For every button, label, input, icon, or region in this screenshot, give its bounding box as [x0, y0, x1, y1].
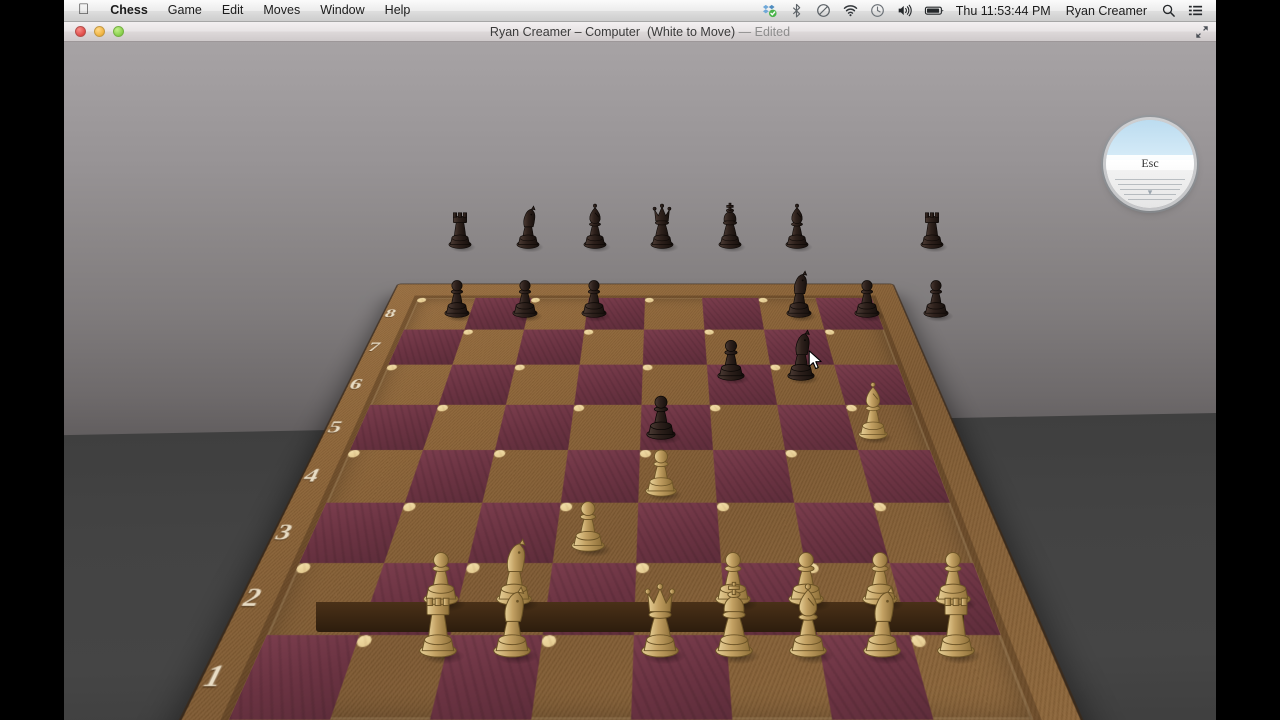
board-square-e3[interactable] [636, 502, 721, 564]
board-square-c2[interactable] [465, 563, 481, 574]
board-square-d3[interactable] [559, 502, 573, 511]
menu-bar-left:  Chess Game Edit Moves Window Help [64, 0, 420, 21]
board-square-h8[interactable] [815, 297, 884, 330]
board-square-b3[interactable] [401, 502, 417, 511]
window-title-main: Ryan Creamer – Computer [489, 24, 640, 39]
apple-logo-icon:  [78, 2, 89, 17]
board-square-d7[interactable] [583, 329, 594, 335]
menu-item-moves[interactable]: Moves [253, 0, 310, 21]
board-square-b4[interactable] [404, 450, 495, 503]
menu-bar:  Chess Game Edit Moves Window Help [64, 0, 1216, 22]
board-square-c5[interactable] [495, 404, 574, 450]
board-square-e5[interactable] [640, 404, 713, 450]
menu-bar-status-area: Thu 11:53:44 PM Ryan Creamer [756, 0, 1216, 21]
window-controls [64, 26, 124, 37]
board-square-a4[interactable] [346, 450, 361, 458]
board-stage: 87654321ABCDEFGH [64, 42, 1216, 720]
chess-board[interactable]: 87654321ABCDEFGH [158, 284, 1101, 720]
board-square-g5[interactable] [777, 404, 858, 450]
board-square-e1[interactable] [631, 634, 732, 720]
esc-badge-caret: ▾ [1147, 187, 1153, 198]
board-square-c3[interactable] [467, 502, 561, 564]
window-title: Ryan Creamer – Computer (White to Move) … [64, 22, 1216, 42]
menu-item-window[interactable]: Window [310, 0, 374, 21]
window-title-bar[interactable]: Ryan Creamer – Computer (White to Move) … [64, 22, 1216, 42]
board-square-e6[interactable] [642, 364, 653, 371]
menu-item-game[interactable]: Game [158, 0, 212, 21]
board-square-e7[interactable] [642, 329, 707, 365]
board-square-h3[interactable] [872, 502, 887, 511]
board-square-g3[interactable] [794, 502, 890, 564]
menu-bar-user[interactable]: Ryan Creamer [1058, 4, 1155, 18]
menu-item-chess[interactable]: Chess [100, 0, 158, 21]
wifi-icon[interactable] [837, 0, 864, 21]
fullscreen-button[interactable] [1194, 24, 1210, 40]
minimize-button[interactable] [94, 26, 105, 37]
board-square-c7[interactable] [515, 329, 585, 365]
board-square-a2[interactable] [294, 563, 313, 574]
board-square-g6[interactable] [770, 364, 781, 371]
screen-root:  Chess Game Edit Moves Window Help [0, 0, 1280, 720]
board-square-e4[interactable] [639, 450, 651, 458]
zoom-button[interactable] [113, 26, 124, 37]
board-square-g7[interactable] [763, 329, 834, 365]
board-square-e2[interactable] [635, 563, 650, 574]
board-square-f7[interactable] [703, 329, 714, 335]
time-machine-icon[interactable] [864, 0, 891, 21]
board-square-f6[interactable] [706, 364, 778, 405]
board-square-d8[interactable] [584, 297, 646, 330]
window-title-edited: — Edited [738, 24, 791, 39]
menu-item-edit[interactable]: Edit [212, 0, 254, 21]
board-square-g4[interactable] [785, 450, 798, 458]
board-square-h7[interactable] [823, 329, 835, 335]
chess-scene[interactable]: 87654321ABCDEFGH [64, 42, 1216, 720]
volume-icon[interactable] [891, 0, 918, 21]
board-square-d4[interactable] [560, 450, 640, 503]
letterbox-left [0, 0, 64, 720]
letterbox-right [1216, 0, 1280, 720]
esc-fullscreen-badge[interactable]: Esc ▾ [1106, 120, 1194, 208]
notification-center-icon[interactable] [1182, 0, 1209, 21]
dropbox-icon[interactable] [756, 0, 783, 21]
board-square-b6[interactable] [438, 364, 516, 405]
window-title-state: (White to Move) [646, 24, 736, 39]
search-icon[interactable] [1155, 0, 1182, 21]
close-button[interactable] [75, 26, 86, 37]
esc-badge-label: Esc [1141, 156, 1159, 171]
chess-window: Ryan Creamer – Computer (White to Move) … [64, 22, 1216, 720]
fullscreen-arrows-icon [1196, 26, 1208, 38]
board-square-c1[interactable] [429, 634, 543, 720]
board-square-d6[interactable] [573, 364, 643, 405]
board-square-f5[interactable] [709, 404, 721, 412]
battery-icon[interactable] [918, 0, 952, 21]
board-square-f3[interactable] [716, 502, 729, 511]
board-square-g8[interactable] [758, 297, 768, 303]
board-square-g2[interactable] [804, 563, 820, 574]
board-square-e8[interactable] [644, 297, 654, 303]
board-slab-side [316, 602, 964, 632]
board-square-g1[interactable] [817, 634, 933, 720]
board-square-b8[interactable] [464, 297, 532, 330]
board-square-f8[interactable] [701, 297, 764, 330]
desktop:  Chess Game Edit Moves Window Help [64, 0, 1216, 720]
board-square-c4[interactable] [493, 450, 506, 458]
menu-bar-clock[interactable]: Thu 11:53:44 PM [952, 4, 1058, 18]
apple-menu[interactable]:  [64, 0, 100, 21]
board-square-d5[interactable] [572, 404, 585, 412]
bluetooth-icon[interactable] [783, 0, 810, 21]
menu-item-help[interactable]: Help [375, 0, 421, 21]
do-not-disturb-icon[interactable] [810, 0, 837, 21]
board-square-f4[interactable] [712, 450, 795, 503]
